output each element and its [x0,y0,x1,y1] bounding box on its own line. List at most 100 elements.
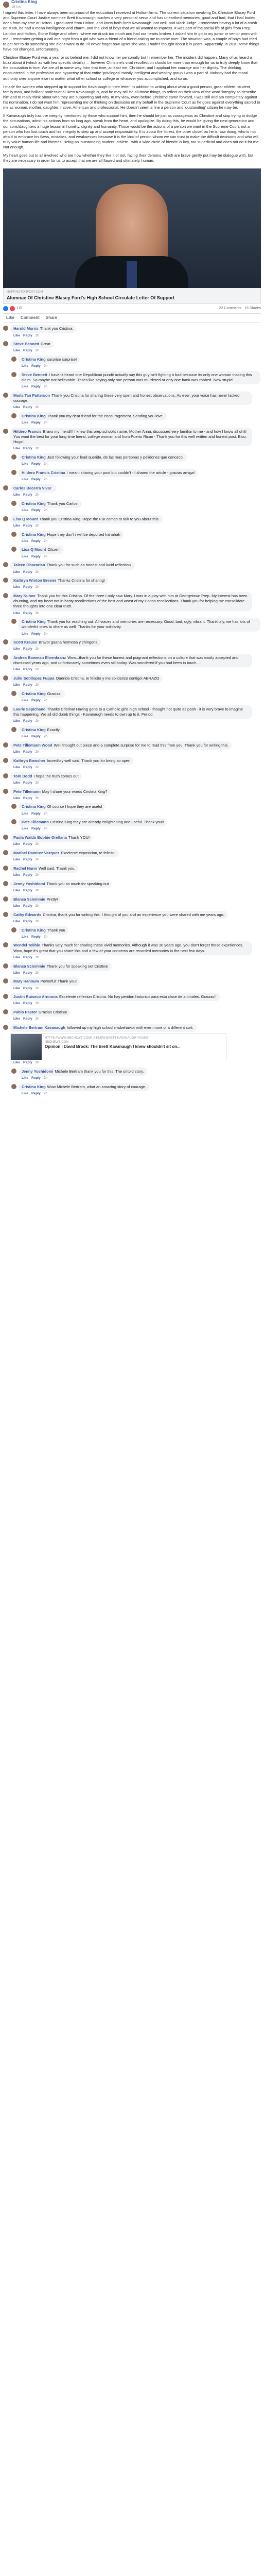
commenter-name[interactable]: Wendel Tellble [13,943,40,947]
comment-reply-button[interactable]: Reply [31,385,41,388]
comment-timestamp[interactable]: 2h [44,812,47,816]
comment-like-button[interactable]: Like [13,1061,20,1064]
commenter-avatar[interactable] [3,341,8,347]
comment-like-button[interactable]: Like [13,904,20,908]
comment-reply-button[interactable]: Reply [31,555,41,558]
comment-timestamp[interactable]: 2h [36,524,39,528]
comment-reply-button[interactable]: Reply [23,612,32,615]
commenter-avatar[interactable] [3,911,8,917]
commenter-avatar[interactable] [3,788,8,794]
comment-timestamp[interactable]: 2h [36,612,39,615]
commenter-avatar[interactable] [11,470,16,476]
comment-reply-button[interactable]: Reply [23,956,32,959]
commenter-avatar[interactable] [11,1068,16,1074]
commenter-avatar[interactable] [3,655,8,660]
comment-timestamp[interactable]: 2h [44,935,47,939]
comment-timestamp[interactable]: 2h [44,1076,47,1080]
comment-like-button[interactable]: Like [22,539,28,543]
commenter-name[interactable]: Kathryn Bowsher [13,758,45,763]
commenter-avatar[interactable] [11,819,16,825]
comment-timestamp[interactable]: 2h [36,405,39,409]
commenter-name[interactable]: Pete Tillemann [22,820,49,824]
comment-like-button[interactable]: Like [13,889,20,892]
comment-like-button[interactable]: Like [13,612,20,615]
comment-reply-button[interactable]: Reply [31,364,41,368]
comment-timestamp[interactable]: 2h [36,1061,39,1064]
commenter-name[interactable]: Rachel Nunn [13,866,37,871]
comment-reply-button[interactable]: Reply [23,971,32,975]
comment-like-button[interactable]: Like [22,735,28,738]
comment-timestamp[interactable]: 2h [36,889,39,892]
commenter-name[interactable]: Cristina King [22,928,46,933]
comment-timestamp[interactable]: 2h [36,585,39,589]
comment-reply-button[interactable]: Reply [23,493,32,497]
comment-timestamp[interactable]: 2h [44,478,47,481]
commenter-avatar[interactable] [3,326,8,331]
comment-timestamp[interactable]: 2h [36,570,39,574]
comment-reply-button[interactable]: Reply [23,904,32,908]
comment-like-button[interactable]: Like [13,405,20,409]
comment-reply-button[interactable]: Reply [23,796,32,800]
commenter-avatar[interactable] [11,413,16,419]
comment-timestamp[interactable]: 2h [44,539,47,543]
commenter-name[interactable]: Pablo Pastor [13,1010,37,1014]
comment-count[interactable]: 22 Comments [219,307,242,310]
commenter-avatar[interactable] [3,978,8,984]
comment-like-button[interactable]: Like [13,1002,20,1005]
commenter-avatar[interactable] [11,547,16,552]
link-preview-photo[interactable] [3,168,261,289]
comment-like-button[interactable]: Like [13,719,20,723]
comment-like-button[interactable]: Like [13,987,20,990]
commenter-name[interactable]: Cristina King [22,1084,46,1089]
comment-timestamp[interactable]: 2h [36,1002,39,1005]
commenter-avatar[interactable] [11,727,16,733]
commenter-name[interactable]: Justin Ruiseco Arnnona [13,994,58,999]
reaction-count[interactable]: 119 [16,306,22,311]
commenter-name[interactable]: Cristina King [22,804,46,809]
commenter-name[interactable]: Taleen Ghazarian [13,563,45,567]
commenter-name[interactable]: Cristina King [22,414,46,418]
commenter-avatar[interactable] [11,531,16,537]
comment-timestamp[interactable]: 2h [44,462,47,466]
comment-reply-button[interactable]: Reply [23,405,32,409]
comment-timestamp[interactable]: 2h [36,1017,39,1021]
comment-like-button[interactable]: Like [13,493,20,497]
comment-like-button[interactable]: Like [13,1017,20,1021]
comment-like-button[interactable]: Like [22,935,28,939]
comment-timestamp[interactable]: 2h [36,920,39,923]
commenter-avatar[interactable] [3,773,8,778]
comment-reply-button[interactable]: Reply [31,735,41,738]
comment-like-button[interactable]: Like [13,570,20,574]
comment-timestamp[interactable]: 2h [36,904,39,908]
comment-timestamp[interactable]: 2h [44,385,47,388]
comment-reply-button[interactable]: Reply [23,889,32,892]
commenter-name[interactable]: Cristina King [22,727,46,732]
comment-timestamp[interactable]: 2h [44,632,47,636]
commenter-name[interactable]: Cristina King [22,619,46,624]
comment-timestamp[interactable]: 2h [36,334,39,337]
comment-like-button[interactable]: Like [22,699,28,702]
comment-reply-button[interactable]: Reply [23,524,32,528]
commenter-name[interactable]: Andrea Bowman Ehrenkranz [13,655,66,660]
commenter-name[interactable]: Lisa Q Mount [22,547,46,552]
commenter-avatar[interactable] [3,429,8,434]
comment-reply-button[interactable]: Reply [31,812,41,816]
comment-like-button[interactable]: Like [13,956,20,959]
commenter-name[interactable]: Laurie Sepichand [13,707,46,711]
post-date[interactable]: 15 hrs · [11,5,37,10]
commenter-name[interactable]: Paula Waldo Bobbie Orellana [13,835,67,840]
comment-timestamp[interactable]: 2h [36,349,39,352]
commenter-name[interactable]: Harold Morris [13,326,39,331]
comment-timestamp[interactable]: 2h [36,447,39,450]
commenter-name[interactable]: Kathryn Winton Brewer [13,578,56,583]
comment-reply-button[interactable]: Reply [23,719,32,723]
comment-timestamp[interactable]: 2h [44,827,47,831]
comment-timestamp[interactable]: 2h [44,555,47,558]
commenter-avatar[interactable] [3,880,8,886]
comment-like-button[interactable]: Like [13,668,20,671]
comment-like-button[interactable]: Like [22,509,28,512]
commenter-name[interactable]: Steve Bennett [13,342,39,346]
commenter-name[interactable]: Cristina King [22,357,46,362]
comment-timestamp[interactable]: 2h [36,796,39,800]
commenter-name[interactable]: Jenny Yoshidomi [13,882,45,886]
